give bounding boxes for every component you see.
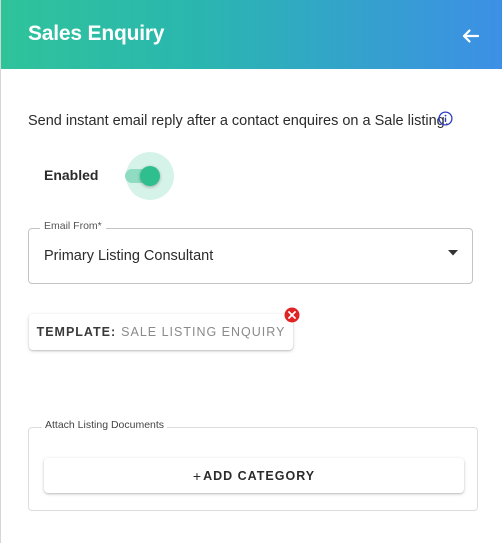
toggle-thumb <box>140 166 160 186</box>
sales-enquiry-panel: Sales Enquiry Send instant email reply a… <box>0 0 502 543</box>
caret-down-icon <box>448 250 458 256</box>
email-from-value: Primary Listing Consultant <box>44 248 214 264</box>
plus-icon: + <box>192 467 203 484</box>
enabled-toggle[interactable] <box>125 152 175 200</box>
arrow-left-icon <box>462 29 480 43</box>
info-icon[interactable] <box>438 111 453 126</box>
enabled-label: Enabled <box>44 167 99 183</box>
panel-title: Sales Enquiry <box>28 22 165 45</box>
attach-documents-label: Attach Listing Documents <box>42 419 168 431</box>
description-text: Send instant email reply after a contact… <box>28 113 449 129</box>
back-button[interactable] <box>457 22 485 50</box>
add-category-button[interactable]: + ADD CATEGORY <box>44 458 464 493</box>
email-from-label: Email From* <box>40 220 106 232</box>
remove-icon <box>284 307 300 323</box>
template-button[interactable]: TEMPLATE: SALE LISTING ENQUIRY <box>29 314 293 350</box>
template-prefix: TEMPLATE: <box>36 325 117 339</box>
panel-header: Sales Enquiry <box>1 0 502 69</box>
remove-template-button[interactable] <box>284 307 300 323</box>
add-category-label: ADD CATEGORY <box>203 468 316 483</box>
template-name: SALE LISTING ENQUIRY <box>121 325 286 339</box>
